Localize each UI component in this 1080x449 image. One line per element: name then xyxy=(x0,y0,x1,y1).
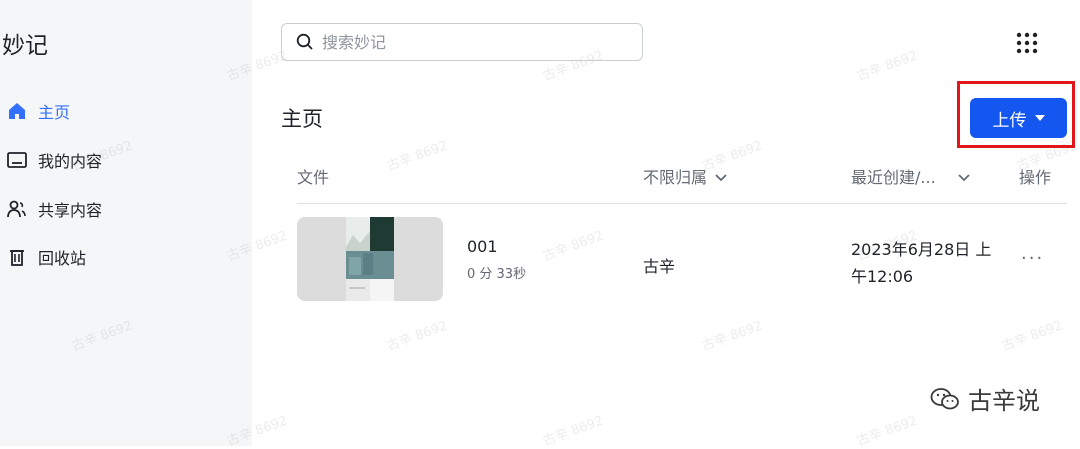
sidebar-item-label: 我的内容 xyxy=(38,152,103,171)
sidebar-item-home[interactable]: 主页 xyxy=(0,96,70,126)
chevron-down-icon xyxy=(958,167,970,186)
search-icon xyxy=(296,33,314,51)
sidebar-item-label: 共享内容 xyxy=(38,201,103,220)
sidebar-item-label: 回收站 xyxy=(38,249,87,268)
sidebar: 妙记 主页 我的内容 共享内容 回收站 xyxy=(0,0,252,446)
brand-text: 古辛说 xyxy=(968,387,1040,415)
caret-down-icon xyxy=(1034,115,1045,121)
apps-grid-icon[interactable] xyxy=(1014,30,1040,56)
wechat-icon xyxy=(930,386,960,412)
sidebar-item-trash[interactable]: 回收站 xyxy=(0,242,86,272)
column-header-label: 文件 xyxy=(297,168,330,187)
sidebar-item-shared[interactable]: 共享内容 xyxy=(0,194,102,224)
file-created-time: 2023年6月28日 上午12:06 xyxy=(851,240,992,286)
home-icon xyxy=(5,100,29,122)
upload-button-label: 上传 xyxy=(992,110,1027,131)
users-icon xyxy=(5,198,29,220)
column-header-label: 不限归属 xyxy=(643,168,708,187)
trash-icon xyxy=(5,246,29,268)
upload-button[interactable]: 上传 xyxy=(970,98,1067,138)
search-input[interactable] xyxy=(322,32,622,52)
sidebar-item-my-content[interactable]: 我的内容 xyxy=(0,145,102,175)
page-title: 主页 xyxy=(281,107,323,131)
column-header-owner[interactable]: 不限归属 xyxy=(643,164,727,188)
column-header-label: 最近创建/... xyxy=(851,168,936,187)
folder-icon xyxy=(5,149,29,171)
column-header-created[interactable]: 最近创建/... xyxy=(851,164,970,188)
more-actions-icon[interactable]: ··· xyxy=(1021,248,1044,269)
column-header-file: 文件 xyxy=(297,164,329,188)
file-duration: 0 分 33秒 xyxy=(467,267,527,282)
table-divider xyxy=(297,203,1067,204)
app-title: 妙记 xyxy=(2,33,48,59)
column-header-label: 操作 xyxy=(1019,168,1052,187)
column-header-actions: 操作 xyxy=(1019,164,1051,188)
file-thumbnail[interactable] xyxy=(297,217,443,301)
chevron-down-icon xyxy=(715,167,727,186)
file-owner: 古辛 xyxy=(643,257,676,276)
brand-watermark: 古辛说 xyxy=(930,381,1040,416)
file-name[interactable]: 001 xyxy=(467,237,498,256)
sidebar-item-label: 主页 xyxy=(38,103,71,122)
search-box[interactable] xyxy=(281,23,643,61)
